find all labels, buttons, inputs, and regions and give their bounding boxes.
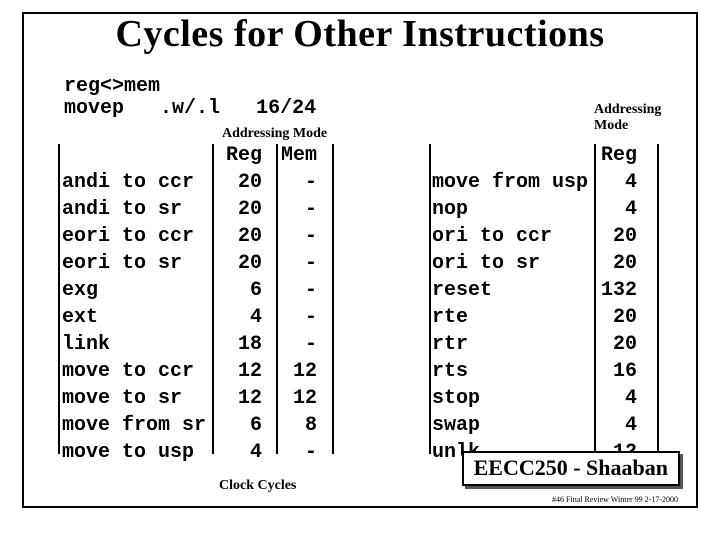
mem-cell: - <box>262 439 317 466</box>
reg-cell: 20 <box>222 223 262 250</box>
mem-cell: - <box>262 304 317 331</box>
instr-cell: andi to ccr <box>62 169 222 196</box>
instr-cell: link <box>62 331 222 358</box>
table-row: nop4 <box>432 196 637 223</box>
slide-title: Cycles for Other Instructions <box>24 12 696 56</box>
addressing-mode-label-right: Addressing Mode <box>594 102 696 134</box>
left-table: RegMem andi to ccr20-andi to sr20-eori t… <box>62 142 317 466</box>
instr-cell: eori to sr <box>62 250 222 277</box>
instr-cell: rts <box>432 358 597 385</box>
instr-cell: ext <box>62 304 222 331</box>
table-header: Reg <box>432 142 637 169</box>
reg-cell: 20 <box>597 250 637 277</box>
top-note: reg<>mem movep .w/.l 16/24 <box>64 76 316 120</box>
instr-cell: ori to ccr <box>432 223 597 250</box>
table-row: ori to sr20 <box>432 250 637 277</box>
rule <box>429 144 431 454</box>
clock-cycles-label: Clock Cycles <box>219 478 296 494</box>
table-row: move to ccr1212 <box>62 358 317 385</box>
reg-cell: 20 <box>222 250 262 277</box>
instr-cell: swap <box>432 412 597 439</box>
mem-cell: - <box>262 169 317 196</box>
table-row: ext4- <box>62 304 317 331</box>
reg-cell: 12 <box>222 358 262 385</box>
mem-cell: 8 <box>262 412 317 439</box>
top-line1: reg<>mem <box>64 76 316 98</box>
instr-cell: nop <box>432 196 597 223</box>
table-row: link18- <box>62 331 317 358</box>
reg-cell: 20 <box>222 196 262 223</box>
reg-cell: 20 <box>597 223 637 250</box>
reg-cell: 20 <box>597 331 637 358</box>
reg-cell: 6 <box>222 412 262 439</box>
addressing-mode-label-left: Addressing Mode <box>222 126 327 142</box>
reg-cell: 4 <box>597 412 637 439</box>
reg-cell: 12 <box>222 385 262 412</box>
instr-cell: andi to sr <box>62 196 222 223</box>
table-row: rts16 <box>432 358 637 385</box>
table-row: ori to ccr20 <box>432 223 637 250</box>
table-row: reset132 <box>432 277 637 304</box>
instr-cell: move to sr <box>62 385 222 412</box>
table-row: move to sr1212 <box>62 385 317 412</box>
instr-cell: rtr <box>432 331 597 358</box>
movep-size: .w/.l <box>160 97 220 120</box>
table-row: andi to ccr20- <box>62 169 317 196</box>
mem-cell: 12 <box>262 385 317 412</box>
reg-cell: 4 <box>597 169 637 196</box>
reg-cell: 4 <box>222 439 262 466</box>
slide-frame: Cycles for Other Instructions reg<>mem m… <box>22 12 698 508</box>
col-reg: Reg <box>597 142 637 169</box>
slide-meta: #46 Final Review Winter 99 2-17-2000 <box>552 495 678 504</box>
movep-cycles: 16/24 <box>256 97 316 120</box>
table-row: eori to sr20- <box>62 250 317 277</box>
table-row: andi to sr20- <box>62 196 317 223</box>
instr-cell: ori to sr <box>432 250 597 277</box>
table-row: move from sr68 <box>62 412 317 439</box>
top-line2: movep .w/.l 16/24 <box>64 98 316 120</box>
rule <box>332 144 334 454</box>
reg-cell: 20 <box>222 169 262 196</box>
rule <box>58 144 60 454</box>
reg-cell: 20 <box>597 304 637 331</box>
reg-cell: 132 <box>597 277 637 304</box>
course-footer: EECC250 - Shaaban <box>462 451 680 486</box>
mem-cell: 12 <box>262 358 317 385</box>
right-table: Reg move from usp4nop4ori to ccr20ori to… <box>432 142 637 466</box>
mem-cell: - <box>262 277 317 304</box>
instr-cell: exg <box>62 277 222 304</box>
table-row: exg6- <box>62 277 317 304</box>
instr-cell: rte <box>432 304 597 331</box>
instr-cell: move to ccr <box>62 358 222 385</box>
rule <box>657 144 659 454</box>
instr-cell: reset <box>432 277 597 304</box>
reg-cell: 4 <box>222 304 262 331</box>
mem-cell: - <box>262 196 317 223</box>
table-row: move to usp4- <box>62 439 317 466</box>
reg-cell: 4 <box>597 385 637 412</box>
instr-cell: eori to ccr <box>62 223 222 250</box>
table-row: rtr20 <box>432 331 637 358</box>
reg-cell: 16 <box>597 358 637 385</box>
instr-cell: move from sr <box>62 412 222 439</box>
mem-cell: - <box>262 331 317 358</box>
col-reg: Reg <box>222 142 262 169</box>
mem-cell: - <box>262 223 317 250</box>
table-header: RegMem <box>62 142 317 169</box>
table-row: rte20 <box>432 304 637 331</box>
reg-cell: 6 <box>222 277 262 304</box>
instr-cell: move to usp <box>62 439 222 466</box>
table-row: eori to ccr20- <box>62 223 317 250</box>
mem-cell: - <box>262 250 317 277</box>
reg-cell: 18 <box>222 331 262 358</box>
movep-label: movep <box>64 97 124 120</box>
instr-cell: move from usp <box>432 169 597 196</box>
table-row: move from usp4 <box>432 169 637 196</box>
instr-cell: stop <box>432 385 597 412</box>
col-mem: Mem <box>262 142 317 169</box>
table-row: stop4 <box>432 385 637 412</box>
table-row: swap4 <box>432 412 637 439</box>
reg-cell: 4 <box>597 196 637 223</box>
